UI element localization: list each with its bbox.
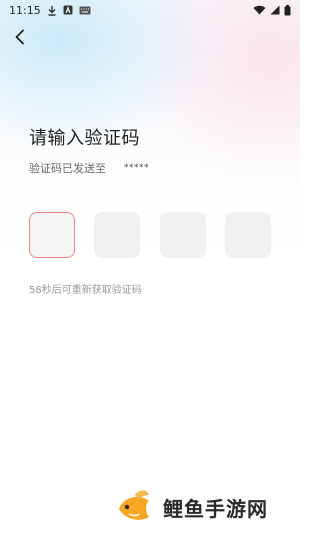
carp-logo-icon [115,487,155,527]
watermark: 鲤鱼手游网 [115,487,268,527]
status-time: 11:15 [9,3,41,17]
back-button[interactable] [9,28,31,50]
keyboard-icon [79,6,91,15]
page-title: 请输入验证码 [29,128,140,149]
code-digit-box-2[interactable] [94,212,141,258]
code-digit-box-1[interactable] [29,212,75,258]
code-digit-box-3[interactable] [159,212,206,258]
battery-icon [284,4,291,16]
download-icon [47,5,57,16]
signal-icon [270,5,280,15]
sent-to-info: 验证码已发送至 ***** [29,160,167,176]
verification-code-input[interactable] [29,212,271,258]
resend-countdown: 58秒后可重新获取验证码 [29,285,142,296]
app-a-icon [63,5,73,15]
wifi-icon [253,5,266,15]
status-bar: 11:15 [0,0,300,20]
code-digit-box-4[interactable] [224,212,271,258]
watermark-text: 鲤鱼手游网 [163,496,268,521]
chevron-left-icon [14,29,26,49]
sent-to-label: 验证码已发送至 [29,162,106,175]
masked-phone-number: ***** [118,163,167,173]
